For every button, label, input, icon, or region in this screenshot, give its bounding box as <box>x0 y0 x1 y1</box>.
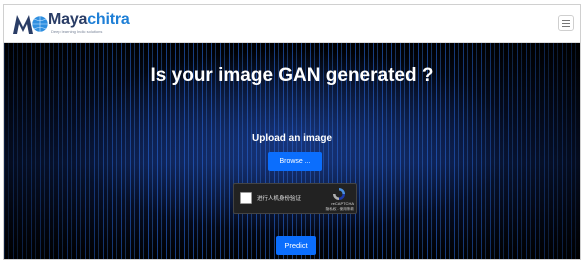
navbar: Mayachitra Deep learning Indic solutions <box>4 5 580 43</box>
brand-tagline: Deep learning Indic solutions <box>51 29 103 34</box>
hamburger-menu-icon[interactable] <box>558 15 574 31</box>
brand-suffix: chitra <box>87 11 130 28</box>
upload-label: Upload an image <box>251 133 332 144</box>
hamburger-line <box>562 25 570 27</box>
recaptcha-checkbox[interactable] <box>240 192 252 204</box>
browser-frame: Mayachitra Deep learning Indic solutions… <box>3 4 581 260</box>
recaptcha-widget: 进行人机身份验证 reCAPTCHA 隐私权 - 使用条款 <box>233 183 357 214</box>
hamburger-line <box>562 19 570 21</box>
predict-button[interactable]: Predict <box>276 236 316 255</box>
brand-prefix: Maya <box>48 11 88 28</box>
hero-section: Is your image GAN generated ? Upload an … <box>4 43 580 259</box>
recaptcha-label: 进行人机身份验证 <box>257 196 302 202</box>
recaptcha-links[interactable]: 隐私权 - 使用条款 <box>314 207 354 212</box>
recaptcha-logo-icon <box>333 188 345 200</box>
recaptcha-brand: reCAPTCHA <box>331 201 354 206</box>
page-title: Is your image GAN generated ? <box>150 65 434 86</box>
hamburger-line <box>562 22 570 24</box>
brand-name[interactable]: Mayachitra <box>48 11 130 29</box>
mayachitra-logo-icon[interactable] <box>12 12 48 36</box>
browse-button[interactable]: Browse ... <box>268 152 322 171</box>
